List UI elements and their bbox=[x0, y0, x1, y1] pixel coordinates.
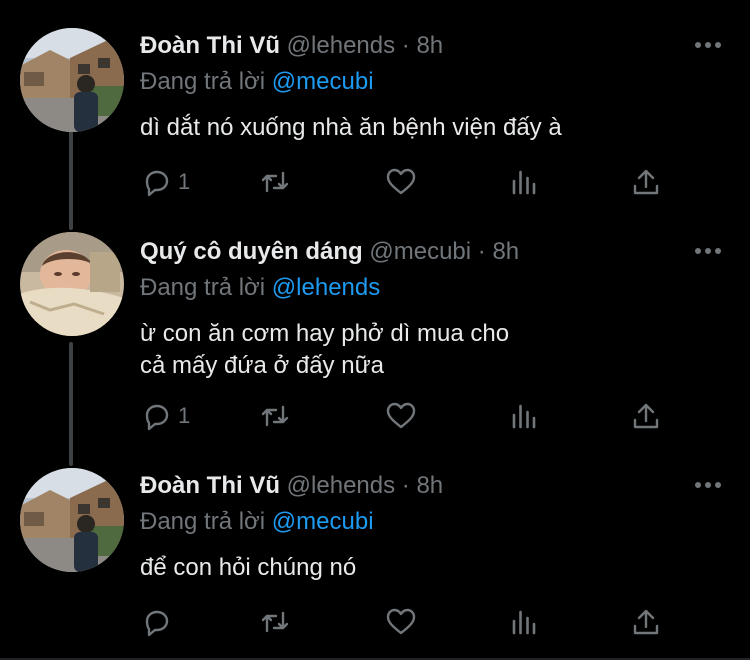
share-icon bbox=[633, 609, 659, 635]
tweet-text-line: cả mấy đứa ở đấy nữa bbox=[140, 352, 384, 379]
share-icon bbox=[633, 169, 659, 195]
reply-icon bbox=[145, 170, 169, 197]
separator: · bbox=[401, 472, 410, 499]
share-icon bbox=[633, 403, 659, 429]
timestamp[interactable]: 8h bbox=[416, 472, 443, 499]
replying-to-label: Đang trả lời bbox=[140, 508, 266, 535]
tweet-header: Quý cô duyên dáng @mecubi · 8h bbox=[140, 236, 730, 268]
display-name[interactable]: Quý cô duyên dáng bbox=[140, 238, 363, 265]
tweet[interactable]: Đoàn Thi Vũ @lehends · 8h Đang trả lời @… bbox=[0, 440, 750, 660]
tweet-text: để con hỏi chúng nó bbox=[140, 552, 730, 584]
more-icon[interactable] bbox=[694, 478, 722, 492]
replying-to-label: Đang trả lời bbox=[140, 68, 266, 95]
replying-to-label: Đang trả lời bbox=[140, 274, 266, 301]
timestamp[interactable]: 8h bbox=[416, 32, 443, 59]
action-bar bbox=[140, 602, 680, 642]
tweet-content: Quý cô duyên dáng @mecubi · 8h Đang trả … bbox=[140, 206, 730, 382]
analytics-icon bbox=[512, 610, 536, 635]
user-handle[interactable]: @lehends bbox=[287, 32, 395, 59]
more-icon[interactable] bbox=[694, 244, 722, 258]
share-button[interactable] bbox=[629, 602, 663, 642]
tweet-text-line: ừ con ăn cơm hay phở dì mua cho bbox=[140, 320, 510, 347]
tweet[interactable]: Đoàn Thi Vũ @lehends · 8h Đang trả lời @… bbox=[0, 0, 750, 228]
reply-mention-link[interactable]: @mecubi bbox=[272, 68, 374, 95]
like-icon bbox=[386, 402, 416, 429]
reply-icon bbox=[145, 404, 169, 431]
tweet-text-line: để con hỏi chúng nó bbox=[140, 554, 357, 581]
action-bar: 1 bbox=[140, 162, 680, 202]
like-button[interactable] bbox=[384, 396, 418, 436]
analytics-button[interactable] bbox=[507, 396, 541, 436]
reply-button[interactable]: 1 bbox=[140, 162, 190, 202]
tweet-text-line: dì dắt nó xuống nhà ăn bệnh viện đấy à bbox=[140, 114, 562, 141]
user-handle[interactable]: @mecubi bbox=[369, 238, 471, 265]
action-bar: 1 bbox=[140, 396, 680, 436]
display-name[interactable]: Đoàn Thi Vũ bbox=[140, 472, 280, 499]
more-icon[interactable] bbox=[694, 38, 722, 52]
like-button[interactable] bbox=[384, 602, 418, 642]
replying-to: Đang trả lời @lehends bbox=[140, 272, 730, 304]
avatar[interactable] bbox=[20, 468, 124, 572]
retweet-button[interactable] bbox=[258, 602, 292, 642]
reply-mention-link[interactable]: @mecubi bbox=[272, 508, 374, 535]
retweet-button[interactable] bbox=[258, 396, 292, 436]
reply-icon bbox=[145, 610, 169, 637]
avatar[interactable] bbox=[20, 28, 124, 132]
like-icon bbox=[386, 168, 416, 195]
reply-count: 1 bbox=[178, 403, 191, 428]
replying-to: Đang trả lời @mecubi bbox=[140, 506, 730, 538]
reply-button[interactable] bbox=[140, 602, 178, 642]
tweet-content: Đoàn Thi Vũ @lehends · 8h Đang trả lời @… bbox=[140, 0, 730, 144]
reply-mention-link[interactable]: @lehends bbox=[272, 274, 380, 301]
share-button[interactable] bbox=[629, 162, 663, 202]
timestamp[interactable]: 8h bbox=[492, 238, 519, 265]
analytics-icon bbox=[512, 170, 536, 195]
analytics-button[interactable] bbox=[507, 602, 541, 642]
retweet-icon bbox=[261, 611, 289, 633]
retweet-icon bbox=[261, 405, 289, 427]
tweet-header: Đoàn Thi Vũ @lehends · 8h bbox=[140, 470, 730, 502]
retweet-icon bbox=[261, 171, 289, 193]
tweet-header: Đoàn Thi Vũ @lehends · 8h bbox=[140, 30, 730, 62]
separator: · bbox=[401, 32, 410, 59]
tweet-content: Đoàn Thi Vũ @lehends · 8h Đang trả lời @… bbox=[140, 440, 730, 584]
avatar[interactable] bbox=[20, 232, 124, 336]
reply-button[interactable]: 1 bbox=[140, 396, 190, 436]
like-button[interactable] bbox=[384, 162, 418, 202]
user-handle[interactable]: @lehends bbox=[287, 472, 395, 499]
tweet-text: dì dắt nó xuống nhà ăn bệnh viện đấy à bbox=[140, 112, 730, 144]
analytics-icon bbox=[512, 404, 536, 429]
analytics-button[interactable] bbox=[507, 162, 541, 202]
display-name[interactable]: Đoàn Thi Vũ bbox=[140, 32, 280, 59]
tweet[interactable]: Quý cô duyên dáng @mecubi · 8h Đang trả … bbox=[0, 206, 750, 452]
reply-count: 1 bbox=[178, 169, 191, 194]
like-icon bbox=[386, 608, 416, 635]
tweet-text: ừ con ăn cơm hay phở dì mua cho cả mấy đ… bbox=[140, 318, 730, 382]
replying-to: Đang trả lời @mecubi bbox=[140, 66, 730, 98]
share-button[interactable] bbox=[629, 396, 663, 436]
separator: · bbox=[477, 238, 486, 265]
retweet-button[interactable] bbox=[258, 162, 292, 202]
